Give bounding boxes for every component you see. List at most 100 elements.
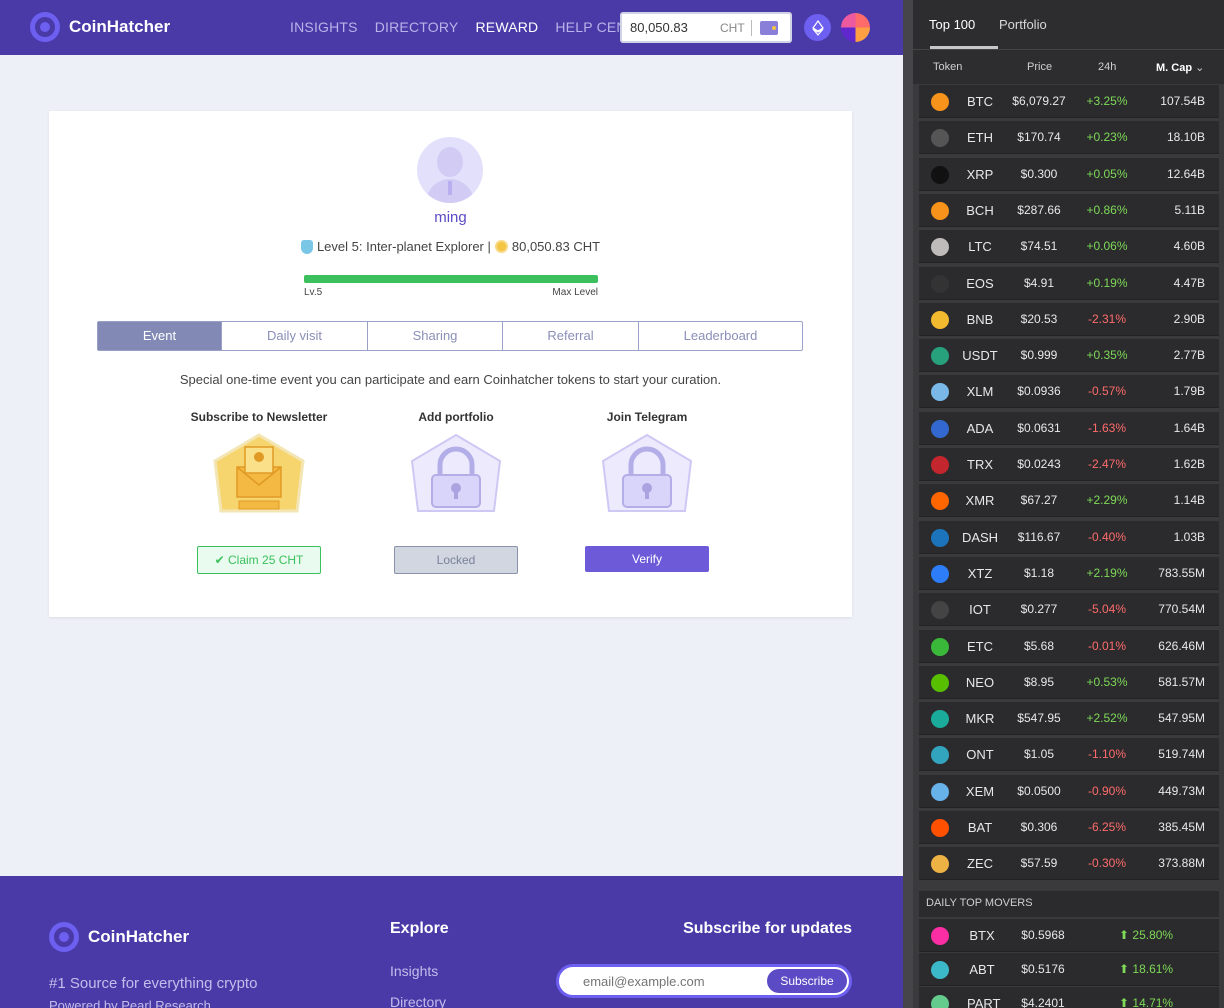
mover-row[interactable]: PART $4.2401 ⬆ 14.71% <box>919 987 1219 1008</box>
logo-icon <box>30 12 60 42</box>
token-row[interactable]: DASH $116.67 -0.40% 1.03B <box>919 520 1219 554</box>
nav-directory[interactable]: DIRECTORY <box>375 19 459 35</box>
username: ming <box>434 209 467 226</box>
token-change: +0.35% <box>1086 348 1128 363</box>
verify-button[interactable]: Verify <box>585 546 709 572</box>
newsletter-badge-icon <box>213 433 305 513</box>
level-end-label: Max Level <box>552 287 598 298</box>
token-row[interactable]: BAT $0.306 -6.25% 385.45M <box>919 811 1219 844</box>
nav-insights[interactable]: INSIGHTS <box>290 19 358 35</box>
level-start-label: Lv.5 <box>304 287 323 298</box>
token-price: $8.95 <box>1023 674 1055 689</box>
token-symbol: XRP <box>966 166 994 182</box>
token-row[interactable]: XRP $0.300 +0.05% 12.64B <box>919 157 1219 191</box>
token-market-cap: 1.79B <box>1173 384 1205 399</box>
user-avatar[interactable] <box>841 13 870 42</box>
email-input[interactable] <box>583 974 753 989</box>
locked-button[interactable]: Locked <box>394 546 518 574</box>
balance-box[interactable]: 80,050.83 CHT <box>620 12 792 43</box>
nav-reward[interactable]: REWARD <box>475 19 538 35</box>
token-change: +2.19% <box>1086 565 1128 580</box>
footer-logo[interactable]: CoinHatcher <box>49 922 189 952</box>
token-change: +2.52% <box>1086 711 1128 726</box>
token-symbol: IOT <box>969 602 991 618</box>
subscribe-button[interactable]: Subscribe <box>767 969 847 993</box>
token-row[interactable]: BCH $287.66 +0.86% 5.11B <box>919 193 1219 227</box>
tab-referral[interactable]: Referral <box>503 322 639 350</box>
token-price: $0.0500 <box>1017 783 1061 798</box>
token-row[interactable]: BTC $6,079.27 +3.25% 107.54B <box>919 85 1219 118</box>
event-description: Special one-time event you can participa… <box>179 372 722 387</box>
token-row[interactable]: EOS $4.91 +0.19% 4.47B <box>919 266 1219 300</box>
footer-link-directory[interactable]: Directory <box>390 994 446 1008</box>
token-market-cap: 626.46M <box>1158 638 1205 653</box>
token-symbol: BAT <box>967 820 993 835</box>
footer: CoinHatcher #1 Source for everything cry… <box>0 876 903 1008</box>
tab-daily-visit[interactable]: Daily visit <box>222 322 368 350</box>
token-change: -0.90% <box>1087 783 1127 798</box>
mover-price: $0.5176 <box>1021 962 1065 976</box>
tab-portfolio[interactable]: Portfolio <box>999 17 1047 32</box>
col-market-cap[interactable]: M. Cap ⌄ <box>1156 61 1204 74</box>
xem-icon <box>931 782 949 801</box>
token-market-cap: 4.47B <box>1173 275 1205 290</box>
token-row[interactable]: LTC $74.51 +0.06% 4.60B <box>919 230 1219 264</box>
token-symbol: TRX <box>967 457 993 472</box>
tab-sharing[interactable]: Sharing <box>368 322 503 350</box>
token-row[interactable]: ETC $5.68 -0.01% 626.46M <box>919 629 1219 663</box>
mover-price: $4.2401 <box>1021 996 1065 1008</box>
mover-change: ⬆ 25.80% <box>1119 928 1174 942</box>
token-price: $0.999 <box>1020 348 1058 363</box>
token-symbol: BNB <box>966 311 994 327</box>
main-nav: INSIGHTS DIRECTORY REWARD HELP CENTER <box>290 19 672 35</box>
token-row[interactable]: ETH $170.74 +0.23% 18.10B <box>919 121 1219 155</box>
token-price: $4.91 <box>1023 275 1055 290</box>
ethereum-icon[interactable] <box>804 14 831 41</box>
logo-text: CoinHatcher <box>69 17 171 36</box>
token-symbol: ETH <box>967 130 993 146</box>
token-row[interactable]: ONT $1.05 -1.10% 519.74M <box>919 738 1219 772</box>
dash-icon <box>931 528 949 547</box>
level-progress-fill <box>304 275 598 283</box>
col-24h[interactable]: 24h <box>1098 61 1116 73</box>
token-row[interactable]: BNB $20.53 -2.31% 2.90B <box>919 302 1219 336</box>
token-market-cap: 449.73M <box>1158 783 1205 798</box>
footer-logo-text: CoinHatcher <box>88 927 190 946</box>
level-line: Level 5: Inter-planet Explorer | 80,050.… <box>49 239 852 254</box>
token-market-cap: 1.62B <box>1173 457 1205 471</box>
token-change: -1.10% <box>1087 747 1127 762</box>
token-row[interactable]: TRX $0.0243 -2.47% 1.62B <box>919 448 1219 481</box>
mover-price: $0.5968 <box>1021 928 1065 942</box>
reward-portfolio: Add portfolio Locked <box>376 410 536 574</box>
token-row[interactable]: ADA $0.0631 -1.63% 1.64B <box>919 411 1219 445</box>
token-row[interactable]: XEM $0.0500 -0.90% 449.73M <box>919 774 1219 808</box>
wallet-icon[interactable] <box>759 20 778 35</box>
col-price[interactable]: Price <box>1027 61 1052 73</box>
token-symbol: BTC <box>967 94 993 109</box>
logo[interactable]: CoinHatcher <box>30 12 170 42</box>
arrow-up-icon: ⬆ <box>1119 962 1133 976</box>
token-symbol: ADA <box>966 420 994 436</box>
token-row[interactable]: XTZ $1.18 +2.19% 783.55M <box>919 556 1219 590</box>
token-symbol: XMR <box>965 493 995 509</box>
token-row[interactable]: USDT $0.999 +0.35% 2.77B <box>919 339 1219 373</box>
mover-row[interactable]: BTX $0.5968 ⬆ 25.80% <box>919 919 1219 952</box>
bch-icon <box>931 201 949 220</box>
mover-row[interactable]: ABT $0.5176 ⬆ 18.61% <box>919 953 1219 986</box>
token-row[interactable]: XMR $67.27 +2.29% 1.14B <box>919 484 1219 518</box>
claim-button[interactable]: ✔ Claim 25 CHT <box>197 546 321 574</box>
token-row[interactable]: IOT $0.277 -5.04% 770.54M <box>919 593 1219 627</box>
col-token[interactable]: Token <box>933 61 962 73</box>
balance-unit: CHT <box>720 20 745 35</box>
tab-top-100[interactable]: Top 100 <box>929 17 975 32</box>
separator <box>750 19 752 36</box>
token-row[interactable]: MKR $547.95 +2.52% 547.95M <box>919 702 1219 736</box>
token-row[interactable]: XLM $0.0936 -0.57% 1.79B <box>919 375 1219 409</box>
tab-event[interactable]: Event <box>98 322 222 350</box>
token-market-cap: 12.64B <box>1166 166 1205 181</box>
token-row[interactable]: NEO $8.95 +0.53% 581.57M <box>919 665 1219 699</box>
footer-link-insights[interactable]: Insights <box>390 963 438 979</box>
tab-leaderboard[interactable]: Leaderboard <box>639 322 802 350</box>
token-row[interactable]: ZEC $57.59 -0.30% 373.88M <box>919 847 1219 881</box>
token-market-cap: 18.10B <box>1166 130 1205 145</box>
